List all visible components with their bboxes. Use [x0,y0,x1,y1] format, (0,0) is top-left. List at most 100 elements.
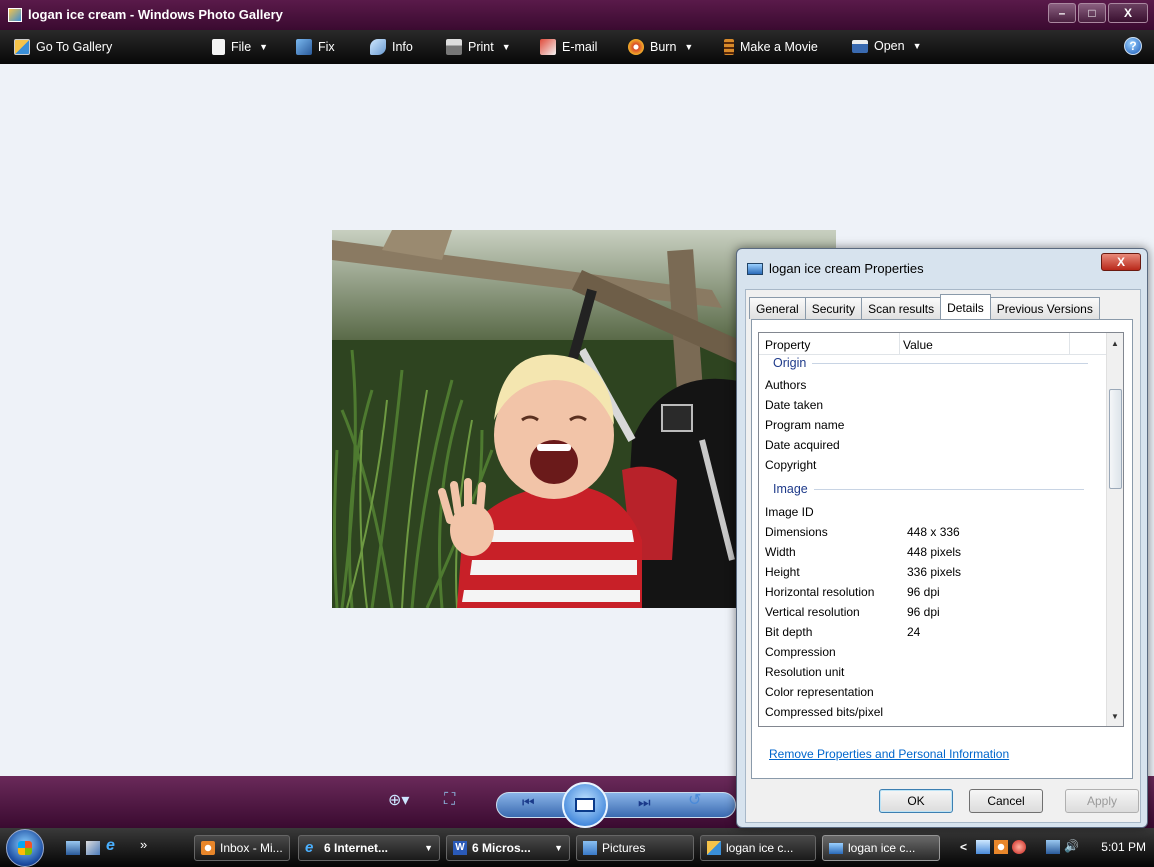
group-header-image: Image [765,482,1084,496]
tab-scan-results[interactable]: Scan results [861,297,942,319]
list-item[interactable]: Vertical resolution 96 dpi [765,605,940,619]
gallery-icon [14,39,30,55]
taskbar-item-photo-gallery[interactable]: logan ice c... [700,835,816,861]
list-item[interactable]: Height 336 pixels [765,565,961,579]
list-item[interactable]: Program name [765,418,844,432]
taskbar-item-microsoft[interactable]: W 6 Micros... ▼ [446,835,570,861]
security-icon[interactable] [1012,840,1026,854]
group-label: Image [773,482,808,496]
photo-gallery-icon [8,8,22,22]
list-item[interactable]: Authors [765,378,806,392]
property-name: Horizontal resolution [765,585,875,599]
show-desktop-icon[interactable] [66,841,80,855]
taskbar-item-internet[interactable]: e 6 Internet... ▼ [298,835,440,861]
list-item[interactable]: Width 448 pixels [765,545,961,559]
go-to-gallery-button[interactable]: Go To Gallery [14,39,112,55]
rotate-left-icon[interactable]: ↺ [688,790,701,810]
dialog-close-button[interactable]: X [1101,253,1141,271]
make-a-movie-button[interactable]: Make a Movie [724,39,818,55]
movie-icon [724,39,734,55]
list-item[interactable]: Image ID [765,505,814,519]
properties-icon [747,262,763,275]
property-name: Height [765,565,800,579]
info-label: Info [392,40,413,54]
zoom-icon[interactable]: ⊕▾ [388,790,409,810]
ie-icon: e [305,839,314,856]
previous-icon[interactable]: ⏮ [522,794,535,811]
property-value: 336 pixels [907,565,962,579]
clock[interactable]: 5:01 PM [1101,840,1146,854]
next-icon[interactable]: ⏭ [638,794,651,811]
slideshow-button[interactable] [562,782,608,828]
list-item[interactable]: Copyright [765,458,816,472]
column-header-value[interactable]: Value [903,338,933,352]
maximize-button[interactable]: □ [1078,3,1106,23]
email-button[interactable]: E-mail [540,39,597,55]
minimize-button[interactable]: – [1048,3,1076,23]
property-name: Dimensions [765,525,828,539]
task-label: 6 Micros... [472,841,531,855]
slideshow-icon [575,798,595,812]
email-icon [540,39,556,55]
fix-icon [296,39,312,55]
volume-icon[interactable]: 🔊 [1064,839,1079,853]
file-icon [212,39,225,55]
taskbar: e » Inbox - Mi... e 6 Internet... ▼ W 6 … [0,828,1154,867]
list-item[interactable]: Compression [765,645,836,659]
burn-menu-button[interactable]: Burn ▼ [628,39,693,55]
chevron-down-icon: ▼ [554,843,563,853]
start-button[interactable] [6,829,44,867]
group-label: Origin [773,356,807,370]
list-item[interactable]: Bit depth 24 [765,625,920,639]
tab-details[interactable]: Details [940,294,991,319]
list-item[interactable]: Date taken [765,398,823,412]
fix-button[interactable]: Fix [296,39,335,55]
dialog-title-bar: logan ice cream Properties [747,261,924,276]
remove-properties-link[interactable]: Remove Properties and Personal Informati… [769,747,1009,761]
print-icon [446,39,462,55]
task-label: logan ice c... [848,841,916,855]
taskbar-item-properties[interactable]: logan ice c... [822,835,940,861]
list-item[interactable]: Dimensions 448 x 336 [765,525,960,539]
tab-security[interactable]: Security [804,297,863,319]
print-menu-button[interactable]: Print ▼ [446,39,511,55]
property-name: Copyright [765,458,817,472]
scroll-down-icon[interactable]: ▼ [1107,708,1123,724]
open-icon [852,39,868,53]
help-icon[interactable]: ? [1124,37,1142,55]
ie-icon[interactable]: e [106,837,120,854]
list-header: Property Value [759,333,1107,355]
outlook-tray-icon[interactable] [994,840,1008,854]
switch-windows-icon[interactable] [86,841,100,855]
network-icon[interactable] [1046,840,1060,854]
scrollbar-thumb[interactable] [1109,389,1122,489]
open-menu-button[interactable]: Open ▼ [852,39,922,53]
properties-dialog: logan ice cream Properties X General Sec… [736,248,1148,828]
scroll-up-icon[interactable]: ▲ [1107,335,1123,351]
taskbar-item-pictures[interactable]: Pictures [576,835,694,861]
ok-button[interactable]: OK [879,789,953,813]
network-monitor-icon[interactable] [976,840,990,854]
list-item[interactable]: Horizontal resolution 96 dpi [765,585,940,599]
info-button[interactable]: Info [370,39,413,55]
column-divider[interactable] [899,333,900,355]
list-scrollbar[interactable]: ▲ ▼ [1106,333,1123,726]
go-to-gallery-label: Go To Gallery [36,40,113,54]
file-menu-button[interactable]: File ▼ [212,39,268,55]
quick-launch-overflow-icon[interactable]: » [140,837,147,852]
list-item[interactable]: Color representation [765,685,874,699]
tray-expand-icon[interactable]: < [960,840,967,854]
column-header-property[interactable]: Property [765,338,810,352]
tab-general[interactable]: General [749,297,806,319]
taskbar-item-inbox[interactable]: Inbox - Mi... [194,835,290,861]
close-button[interactable]: X [1108,3,1148,23]
list-item[interactable]: Date acquired [765,438,840,452]
property-value: 96 dpi [907,585,940,599]
cancel-button[interactable]: Cancel [969,789,1043,813]
actual-size-icon[interactable]: ⛶ [444,791,455,809]
apply-button[interactable]: Apply [1065,789,1139,813]
list-item[interactable]: Compressed bits/pixel [765,705,883,719]
list-item[interactable]: Resolution unit [765,665,844,679]
tab-previous-versions[interactable]: Previous Versions [989,297,1100,319]
column-divider[interactable] [1069,333,1070,355]
